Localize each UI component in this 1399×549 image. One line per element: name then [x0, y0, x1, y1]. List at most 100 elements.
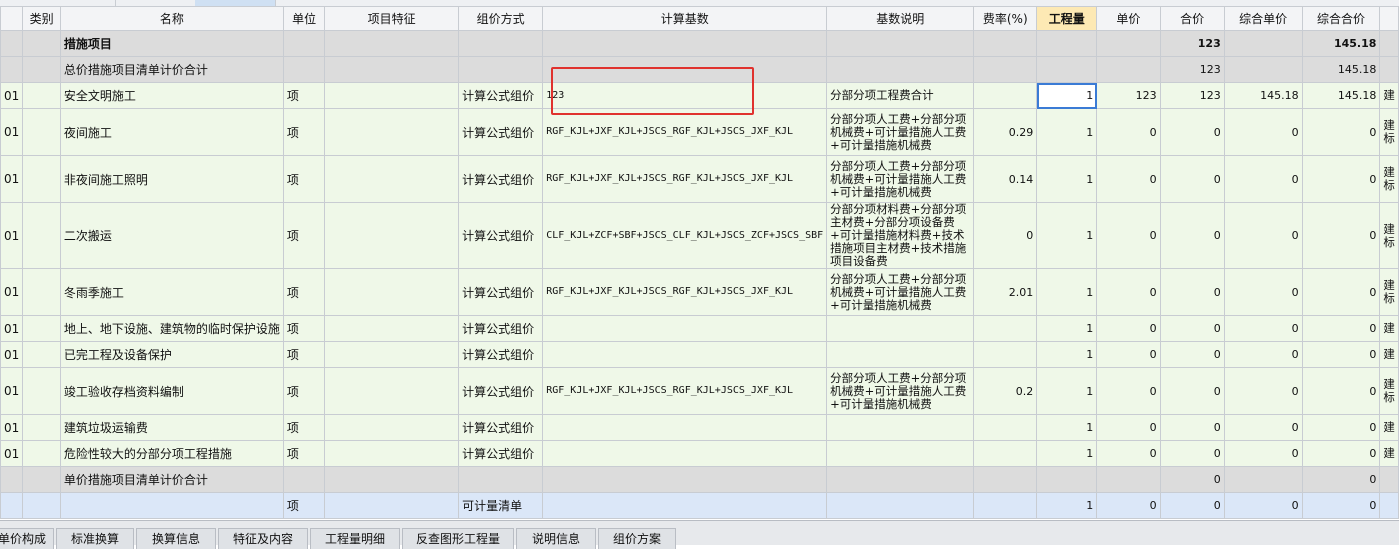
cell-col-unit-price[interactable]: 0 — [1096, 341, 1161, 368]
cell-col-pricing-method[interactable]: 计算公式组价 — [458, 341, 544, 368]
cell-col-category[interactable] — [22, 315, 61, 342]
cell-col-composite-total[interactable]: 0 — [1301, 315, 1381, 342]
cell-col-unit[interactable]: 项 — [282, 108, 326, 156]
cell-col-composite-total[interactable]: 145.18 — [1301, 30, 1381, 57]
cell-col-quantity[interactable]: 1 — [1036, 202, 1098, 269]
cell-col-features[interactable] — [324, 108, 460, 156]
cell-col-base-description[interactable]: 分部分项人工费+分部分项机械费+可计量措施人工费+可计量措施机械费 — [826, 367, 975, 415]
cell-col-composite-total[interactable]: 0 — [1301, 268, 1381, 316]
cell-col-quantity[interactable]: 1 — [1036, 82, 1098, 109]
cell-col-category[interactable] — [22, 30, 61, 57]
cell-col-code[interactable]: 01 — [0, 367, 24, 415]
measure-item-row[interactable]: 01 地上、地下设施、建筑物的临时保护设施项计算公式组价 1 0 0 0 0 建 — [0, 315, 1399, 342]
cell-col-features[interactable] — [324, 466, 460, 493]
cell-col-calc-base[interactable] — [542, 30, 828, 57]
cell-col-features[interactable] — [324, 82, 460, 109]
cell-col-unit-price[interactable]: 0 — [1096, 202, 1161, 269]
cell-col-calc-base[interactable] — [542, 341, 828, 368]
cell-col-pricing-method[interactable] — [458, 30, 544, 57]
cell-col-base-description[interactable]: 分部分项人工费+分部分项机械费+可计量措施人工费+可计量措施机械费 — [826, 268, 975, 316]
cell-col-code[interactable] — [0, 466, 24, 493]
cell-col-quantity[interactable]: 1 — [1036, 155, 1098, 203]
cell-col-calc-base[interactable] — [542, 466, 828, 493]
header-col-category[interactable]: 类别 — [22, 6, 61, 31]
cell-col-pricing-method[interactable]: 计算公式组价 — [458, 82, 544, 109]
cell-col-composite-unit-price[interactable]: 0 — [1223, 440, 1303, 467]
cell-col-category[interactable] — [22, 341, 61, 368]
cell-col-code[interactable]: 01 — [0, 440, 24, 467]
header-col-composite-unit-price[interactable]: 综合单价 — [1223, 6, 1303, 31]
cell-col-features[interactable] — [324, 56, 460, 83]
cell-col-composite-total[interactable]: 0 — [1301, 155, 1381, 203]
cell-col-unit-price[interactable]: 0 — [1096, 268, 1161, 316]
cell-col-pricing-method[interactable]: 计算公式组价 — [458, 440, 544, 467]
cell-col-base-description[interactable]: 分部分项人工费+分部分项机械费+可计量措施人工费+可计量措施机械费 — [826, 155, 975, 203]
tab-pricing-scheme[interactable]: 组价方案 — [598, 528, 676, 549]
cell-col-quantity[interactable]: 1 — [1036, 108, 1098, 156]
cell-col-features[interactable] — [324, 367, 460, 415]
cell-col-category[interactable] — [22, 492, 61, 519]
cell-col-edge[interactable] — [1379, 492, 1399, 519]
header-col-calc-base[interactable]: 计算基数 — [542, 6, 828, 31]
cell-col-composite-total[interactable]: 0 — [1301, 202, 1381, 269]
cell-col-pricing-method[interactable]: 可计量清单 — [458, 492, 544, 519]
cell-col-edge[interactable] — [1379, 30, 1399, 57]
cell-col-code[interactable]: 01 — [0, 82, 24, 109]
header-col-features[interactable]: 项目特征 — [324, 6, 460, 31]
cell-col-composite-unit-price[interactable] — [1223, 466, 1303, 493]
summary-row[interactable]: 单价措施项目清单计价合计 0 0 — [0, 466, 1399, 493]
cell-col-composite-unit-price[interactable]: 0 — [1223, 315, 1303, 342]
cell-col-edge[interactable]: 建 — [1379, 315, 1399, 342]
cell-col-features[interactable] — [324, 268, 460, 316]
cell-col-features[interactable] — [324, 155, 460, 203]
cell-col-edge[interactable]: 建标 — [1379, 108, 1399, 156]
cell-col-rate[interactable] — [973, 492, 1038, 519]
cell-col-unit[interactable]: 项 — [282, 268, 326, 316]
cell-col-quantity[interactable]: 1 — [1036, 341, 1098, 368]
cell-col-category[interactable] — [22, 367, 61, 415]
cell-col-unit[interactable]: 项 — [282, 315, 326, 342]
cell-col-rate[interactable] — [973, 56, 1038, 83]
cell-col-rate[interactable]: 0.29 — [973, 108, 1038, 156]
cell-col-composite-total[interactable]: 145.18 — [1301, 82, 1381, 109]
cell-col-composite-unit-price[interactable]: 145.18 — [1223, 82, 1303, 109]
cell-col-pricing-method[interactable] — [458, 466, 544, 493]
cell-col-edge[interactable] — [1379, 466, 1399, 493]
cell-col-rate[interactable] — [973, 315, 1038, 342]
cell-col-features[interactable] — [324, 492, 460, 519]
cell-col-composite-unit-price[interactable] — [1223, 30, 1303, 57]
cell-col-code[interactable]: 01 — [0, 108, 24, 156]
cell-col-name[interactable]: 冬雨季施工 — [59, 268, 284, 316]
cell-col-features[interactable] — [324, 315, 460, 342]
cell-col-base-description[interactable]: 分部分项工程费合计 — [826, 82, 975, 109]
cell-col-base-description[interactable]: 分部分项人工费+分部分项机械费+可计量措施人工费+可计量措施机械费 — [826, 108, 975, 156]
cell-col-unit-price[interactable]: 0 — [1096, 315, 1161, 342]
cell-col-code[interactable]: 01 — [0, 341, 24, 368]
cell-col-features[interactable] — [324, 202, 460, 269]
header-col-composite-total[interactable]: 综合合价 — [1301, 6, 1381, 31]
measure-item-row[interactable]: 01 冬雨季施工项计算公式组价 RGF_KJL+JXF_KJL+JSCS_RGF_K… — [0, 268, 1399, 316]
cell-col-quantity[interactable]: 1 — [1036, 315, 1098, 342]
cell-col-base-description[interactable] — [826, 492, 975, 519]
cell-col-pricing-method[interactable]: 计算公式组价 — [458, 414, 544, 441]
cell-col-calc-base[interactable]: RGF_KJL+JXF_KJL+JSCS_RGF_KJL+JSCS_JXF_KJ… — [542, 155, 828, 203]
cell-col-composite-unit-price[interactable]: 0 — [1223, 414, 1303, 441]
cell-col-composite-total[interactable]: 0 — [1301, 492, 1381, 519]
cell-col-name[interactable]: 措施项目 — [59, 30, 284, 57]
cell-col-edge[interactable]: 建 — [1379, 414, 1399, 441]
cell-col-calc-base[interactable] — [542, 440, 828, 467]
cell-col-name[interactable]: 竣工验收存档资料编制 — [59, 367, 284, 415]
cell-col-composite-total[interactable]: 145.18 — [1301, 56, 1381, 83]
cell-col-base-description[interactable]: 分部分项材料费+分部分项主材费+分部分项设备费+可计量措施材料费+技术措施项目主… — [826, 202, 975, 269]
cell-col-composite-total[interactable]: 0 — [1301, 466, 1381, 493]
cell-col-base-description[interactable] — [826, 315, 975, 342]
cell-col-pricing-method[interactable] — [458, 56, 544, 83]
cell-col-code[interactable]: 01 — [0, 268, 24, 316]
cell-col-composite-total[interactable]: 0 — [1301, 341, 1381, 368]
cell-col-unit[interactable]: 项 — [282, 492, 326, 519]
cell-col-rate[interactable]: 2.01 — [973, 268, 1038, 316]
cell-col-features[interactable] — [324, 341, 460, 368]
cell-col-rate[interactable] — [973, 341, 1038, 368]
cell-col-pricing-method[interactable]: 计算公式组价 — [458, 155, 544, 203]
cell-col-unit-price[interactable]: 0 — [1096, 155, 1161, 203]
